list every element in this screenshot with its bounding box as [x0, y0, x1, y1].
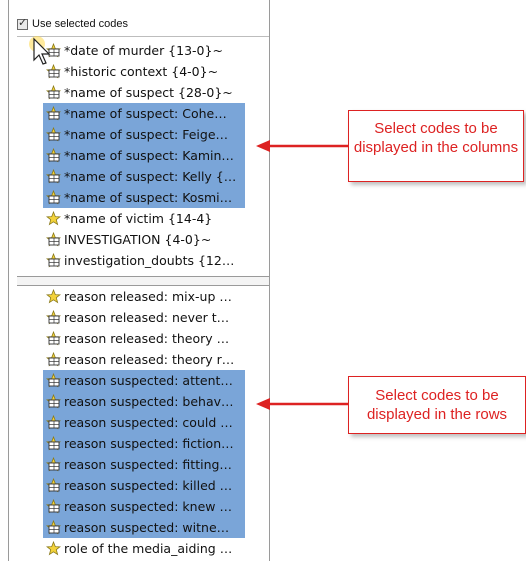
callout-rows-text: Select codes to be displayed in the rows: [366, 387, 508, 423]
code-icon: [46, 232, 61, 247]
code-row[interactable]: reason released: theory r…: [43, 349, 243, 370]
code-icon: [46, 478, 61, 493]
list-splitter[interactable]: [17, 276, 269, 286]
code-row[interactable]: reason released: theory …: [43, 328, 243, 349]
code-row[interactable]: reason released: mix-up …: [43, 286, 243, 307]
code-label: *name of suspect: Cohe…: [64, 106, 227, 121]
code-icon: [46, 253, 61, 268]
code-row[interactable]: reason released: never t…: [43, 307, 243, 328]
code-row[interactable]: investigation_doubts {12…: [43, 250, 243, 271]
use-selected-codes-checkbox[interactable]: Use selected codes: [17, 14, 257, 34]
code-icon: [46, 436, 61, 451]
code-row[interactable]: reason suspected: knew …: [43, 496, 245, 517]
code-label: reason suspected: knew …: [64, 499, 232, 514]
code-icon: [46, 127, 61, 142]
code-label: *name of suspect: Kelly {…: [64, 169, 237, 184]
code-icon: [46, 373, 61, 388]
code-icon: [46, 499, 61, 514]
code-label: *name of victim {14-4}: [64, 211, 213, 226]
code-row[interactable]: reason suspected: could …: [43, 412, 245, 433]
code-row[interactable]: *name of victim {14-4}: [43, 208, 243, 229]
code-row[interactable]: *historic context {4-0}~: [43, 61, 243, 82]
code-label: *name of suspect: Kamin…: [64, 148, 234, 163]
code-label: reason suspected: fitting…: [64, 457, 232, 472]
code-label: reason suspected: behav…: [64, 394, 234, 409]
code-label: *name of suspect {28-0}~: [64, 85, 233, 100]
code-label: reason released: theory …: [64, 331, 230, 346]
code-row[interactable]: *name of suspect {28-0}~: [43, 82, 243, 103]
checkbox-icon[interactable]: [17, 16, 28, 30]
code-label: reason released: theory r…: [64, 352, 235, 367]
code-icon: [46, 331, 61, 346]
code-star-icon: [46, 541, 61, 556]
code-icon: [46, 415, 61, 430]
code-row[interactable]: reason suspected: behav…: [43, 391, 245, 412]
mouse-cursor-icon: [29, 36, 51, 65]
code-icon: [46, 310, 61, 325]
code-row[interactable]: role of the media_aiding …: [43, 538, 243, 559]
code-star-icon: [46, 289, 61, 304]
code-label: reason suspected: killed …: [64, 478, 233, 493]
code-row[interactable]: *name of suspect: Cohe…: [43, 103, 245, 124]
code-icon: [46, 148, 61, 163]
code-list-panel: Use selected codes *date of murder {13-0…: [8, 0, 270, 561]
code-label: *name of suspect: Kosmi…: [64, 190, 233, 205]
code-icon: [46, 190, 61, 205]
code-row[interactable]: reason suspected: witne…: [43, 517, 245, 538]
code-row[interactable]: *name of suspect: Kelly {…: [43, 166, 245, 187]
code-label: reason suspected: could …: [64, 415, 233, 430]
callout-columns-text: Select codes to be displayed in the colu…: [353, 120, 519, 156]
code-row[interactable]: *name of suspect: Kosmi…: [43, 187, 245, 208]
code-label: reason suspected: attent…: [64, 373, 233, 388]
code-label: *historic context {4-0}~: [64, 64, 219, 79]
code-row[interactable]: reason suspected: fitting…: [43, 454, 245, 475]
column-codes-list: *date of murder {13-0}~ *historic context…: [43, 40, 273, 271]
code-icon: [46, 394, 61, 409]
code-star-icon: [46, 211, 61, 226]
code-row[interactable]: reason suspected: fiction…: [43, 433, 245, 454]
callout-rows: Select codes to be displayed in the rows: [348, 376, 526, 434]
code-icon: [46, 352, 61, 367]
code-row[interactable]: INVESTIGATION {4-0}~: [43, 229, 243, 250]
code-label: role of the media_aiding …: [64, 541, 233, 556]
code-label: reason suspected: witne…: [64, 520, 230, 535]
code-label: INVESTIGATION {4-0}~: [64, 232, 212, 247]
arrow-to-columns-icon: [256, 140, 348, 152]
code-label: investigation_doubts {12…: [64, 253, 235, 268]
callout-columns: Select codes to be displayed in the colu…: [348, 110, 524, 182]
code-row[interactable]: *name of suspect: Feige…: [43, 124, 245, 145]
row-codes-list: reason released: mix-up … reason released…: [43, 286, 273, 559]
code-icon: [46, 106, 61, 121]
code-icon: [46, 520, 61, 535]
arrow-to-rows-icon: [256, 398, 348, 410]
code-label: reason suspected: fiction…: [64, 436, 234, 451]
code-label: reason released: mix-up …: [64, 289, 232, 304]
checkbox-label: Use selected codes: [32, 18, 128, 30]
code-row[interactable]: *date of murder {13-0}~: [43, 40, 243, 61]
code-label: reason released: never t…: [64, 310, 230, 325]
code-icon: [46, 169, 61, 184]
code-label: *date of murder {13-0}~: [64, 43, 223, 58]
code-icon: [46, 457, 61, 472]
code-row[interactable]: reason suspected: attent…: [43, 370, 245, 391]
code-icon: [46, 85, 61, 100]
code-label: *name of suspect: Feige…: [64, 127, 229, 142]
code-row[interactable]: *name of suspect: Kamin…: [43, 145, 245, 166]
code-row[interactable]: reason suspected: killed …: [43, 475, 245, 496]
